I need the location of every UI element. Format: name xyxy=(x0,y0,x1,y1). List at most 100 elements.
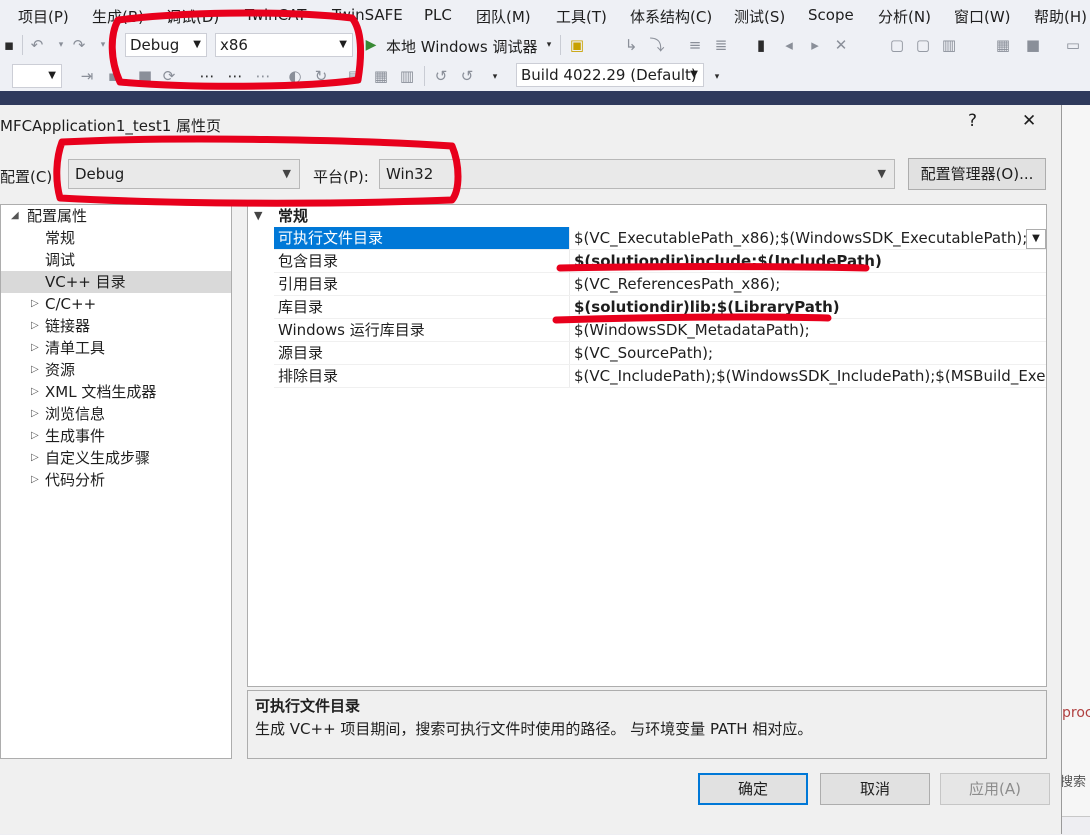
reload-icon[interactable]: ↺ xyxy=(432,67,450,85)
property-value[interactable]: $(VC_SourcePath); xyxy=(569,342,1046,365)
property-value[interactable]: $(VC_IncludePath);$(WindowsSDK_IncludePa… xyxy=(569,365,1046,388)
chevron-down-icon: ▼ xyxy=(877,167,886,180)
property-row[interactable]: 引用目录 $(VC_ReferencesPath_x86); xyxy=(248,273,1046,296)
menu-twinsafe[interactable]: TwinSAFE xyxy=(332,6,403,24)
tree-item-code-analysis[interactable]: ▷ 代码分析 xyxy=(1,469,231,491)
undo-icon[interactable]: ↶ xyxy=(28,36,46,54)
menu-twincat[interactable]: TwinCAT xyxy=(245,6,306,24)
save-icon[interactable]: ▪ xyxy=(0,36,18,54)
menu-analyze[interactable]: 分析(N) xyxy=(878,6,931,27)
tree-item-config-properties[interactable]: ◢ 配置属性 xyxy=(1,205,231,227)
config-select[interactable]: Debug ▼ xyxy=(68,159,300,189)
property-row[interactable]: 排除目录 $(VC_IncludePath);$(WindowsSDK_Incl… xyxy=(248,365,1046,388)
tree-item-general[interactable]: 常规 xyxy=(1,227,231,249)
property-row[interactable]: 库目录 $(solutiondir)lib;$(LibraryPath) xyxy=(248,296,1046,319)
tree-item-vc-directories[interactable]: VC++ 目录 xyxy=(1,271,231,293)
run-mode-icon[interactable]: ▥ xyxy=(398,67,416,85)
cancel-button[interactable]: 取消 xyxy=(820,773,930,805)
menu-project[interactable]: 项目(P) xyxy=(18,6,69,27)
find-in-files-icon[interactable]: ▣ xyxy=(568,36,586,54)
separator xyxy=(560,35,561,55)
property-row[interactable]: Windows 运行库目录 $(WindowsSDK_MetadataPath)… xyxy=(248,319,1046,342)
start-debugger-button[interactable]: 本地 Windows 调试器 xyxy=(386,36,538,57)
dots-icon[interactable]: ⋯ xyxy=(254,67,272,85)
tree-item-label: 自定义生成步骤 xyxy=(45,449,151,467)
tree-item-xml-doc-generator[interactable]: ▷ XML 文档生成器 xyxy=(1,381,231,403)
property-row[interactable]: 包含目录 $(solutiondir)include;$(IncludePath… xyxy=(248,250,1046,273)
property-value[interactable]: $(VC_ExecutablePath_x86);$(WindowsSDK_Ex… xyxy=(569,227,1046,250)
restart-icon[interactable]: ⟳ xyxy=(160,67,178,85)
tree-item-browse-info[interactable]: ▷ 浏览信息 xyxy=(1,403,231,425)
chevron-down-icon[interactable]: ▾ xyxy=(94,36,112,54)
activate-config-icon[interactable]: ▤ xyxy=(346,67,364,85)
solution-config-value: Debug xyxy=(130,36,180,54)
property-row[interactable]: 源目录 $(VC_SourcePath); xyxy=(248,342,1046,365)
menu-build[interactable]: 生成(B) xyxy=(92,6,144,27)
chevron-down-icon[interactable]: ▼ xyxy=(1026,229,1046,249)
solution-platform-select[interactable]: x86 ▼ xyxy=(215,33,353,57)
panel-icon[interactable]: ▭ xyxy=(1064,36,1082,54)
stop-icon[interactable]: ■ xyxy=(1024,36,1042,54)
ok-button[interactable]: 确定 xyxy=(698,773,808,805)
toggle-icon[interactable]: ◐ xyxy=(286,67,304,85)
tree-item-resources[interactable]: ▷ 资源 xyxy=(1,359,231,381)
chevron-down-icon[interactable]: ▾ xyxy=(52,36,70,54)
property-value[interactable]: $(VC_ReferencesPath_x86); xyxy=(569,273,1046,296)
chevron-down-icon[interactable]: ▾ xyxy=(708,68,726,86)
tree-item-build-events[interactable]: ▷ 生成事件 xyxy=(1,425,231,447)
property-value[interactable]: $(solutiondir)lib;$(LibraryPath) xyxy=(569,296,1046,319)
menu-help[interactable]: 帮助(H) xyxy=(1034,6,1087,27)
window-icon[interactable]: ▢ xyxy=(914,36,932,54)
tree-item-linker[interactable]: ▷ 链接器 xyxy=(1,315,231,337)
tree-item-debugging[interactable]: 调试 xyxy=(1,249,231,271)
dots-icon[interactable]: ⋯ xyxy=(226,67,244,85)
property-row[interactable]: 可执行文件目录 $(VC_ExecutablePath_x86);$(Windo… xyxy=(248,227,1046,250)
step-into-icon[interactable]: ↳ xyxy=(622,36,640,54)
apply-button[interactable]: 应用(A) xyxy=(940,773,1050,805)
comment-icon[interactable]: ≡ xyxy=(686,36,704,54)
menu-team[interactable]: 团队(M) xyxy=(476,6,531,27)
platform-select[interactable]: Win32 ▼ xyxy=(379,159,895,189)
uncomment-icon[interactable]: ≣ xyxy=(712,36,730,54)
pause-icon[interactable]: ▪ xyxy=(104,67,122,85)
window-icon[interactable]: ▢ xyxy=(888,36,906,54)
menu-window[interactable]: 窗口(W) xyxy=(954,6,1011,27)
tree-item-custom-build-step[interactable]: ▷ 自定义生成步骤 xyxy=(1,447,231,469)
property-group-general[interactable]: ▼ 常规 xyxy=(248,205,1046,227)
build-version-select[interactable]: Build 4022.29 (Default) ▼ xyxy=(516,63,704,87)
chevron-down-icon: ▼ xyxy=(690,69,698,80)
refresh-icon[interactable]: ↻ xyxy=(312,67,330,85)
help-button[interactable]: ? xyxy=(968,111,977,131)
tree-item-label: XML 文档生成器 xyxy=(45,383,157,401)
clear-bookmarks-icon[interactable]: ✕ xyxy=(832,36,850,54)
dots-icon[interactable]: ⋯ xyxy=(198,67,216,85)
config-manager-button[interactable]: 配置管理器(O)... xyxy=(908,158,1046,190)
close-button[interactable]: ✕ xyxy=(1022,111,1036,131)
property-value[interactable]: $(solutiondir)include;$(IncludePath) xyxy=(569,250,1046,273)
menu-tools[interactable]: 工具(T) xyxy=(556,6,607,27)
next-bookmark-icon[interactable]: ▸ xyxy=(806,36,824,54)
start-debug-icon[interactable]: ▶ xyxy=(362,36,380,54)
tree-item-manifest-tool[interactable]: ▷ 清单工具 xyxy=(1,337,231,359)
reload-icon[interactable]: ↺ xyxy=(458,67,476,85)
menu-debug[interactable]: 调试(D) xyxy=(166,6,219,27)
grid-icon[interactable]: ▦ xyxy=(994,36,1012,54)
menu-plc[interactable]: PLC xyxy=(424,6,452,24)
stop-icon[interactable]: ■ xyxy=(136,67,154,85)
chevron-down-icon[interactable]: ▾ xyxy=(540,36,558,54)
step-icon[interactable]: ⇥ xyxy=(78,67,96,85)
step-over-icon[interactable]: ⤵ xyxy=(648,36,666,54)
menu-architecture[interactable]: 体系结构(C) xyxy=(630,6,712,27)
config-mode-icon[interactable]: ▦ xyxy=(372,67,390,85)
chevron-down-icon[interactable]: ▾ xyxy=(486,68,504,86)
bookmark-icon[interactable]: ▮ xyxy=(752,36,770,54)
layout-icon[interactable]: ▥ xyxy=(940,36,958,54)
solution-config-select[interactable]: Debug ▼ xyxy=(125,33,207,57)
property-value[interactable]: $(WindowsSDK_MetadataPath); xyxy=(569,319,1046,342)
prev-bookmark-icon[interactable]: ◂ xyxy=(780,36,798,54)
redo-icon[interactable]: ↷ xyxy=(70,36,88,54)
menu-scope[interactable]: Scope xyxy=(808,6,854,24)
target-select[interactable]: ▼ xyxy=(12,64,62,88)
tree-item-c-cpp[interactable]: ▷ C/C++ xyxy=(1,293,231,315)
menu-test[interactable]: 测试(S) xyxy=(734,6,785,27)
